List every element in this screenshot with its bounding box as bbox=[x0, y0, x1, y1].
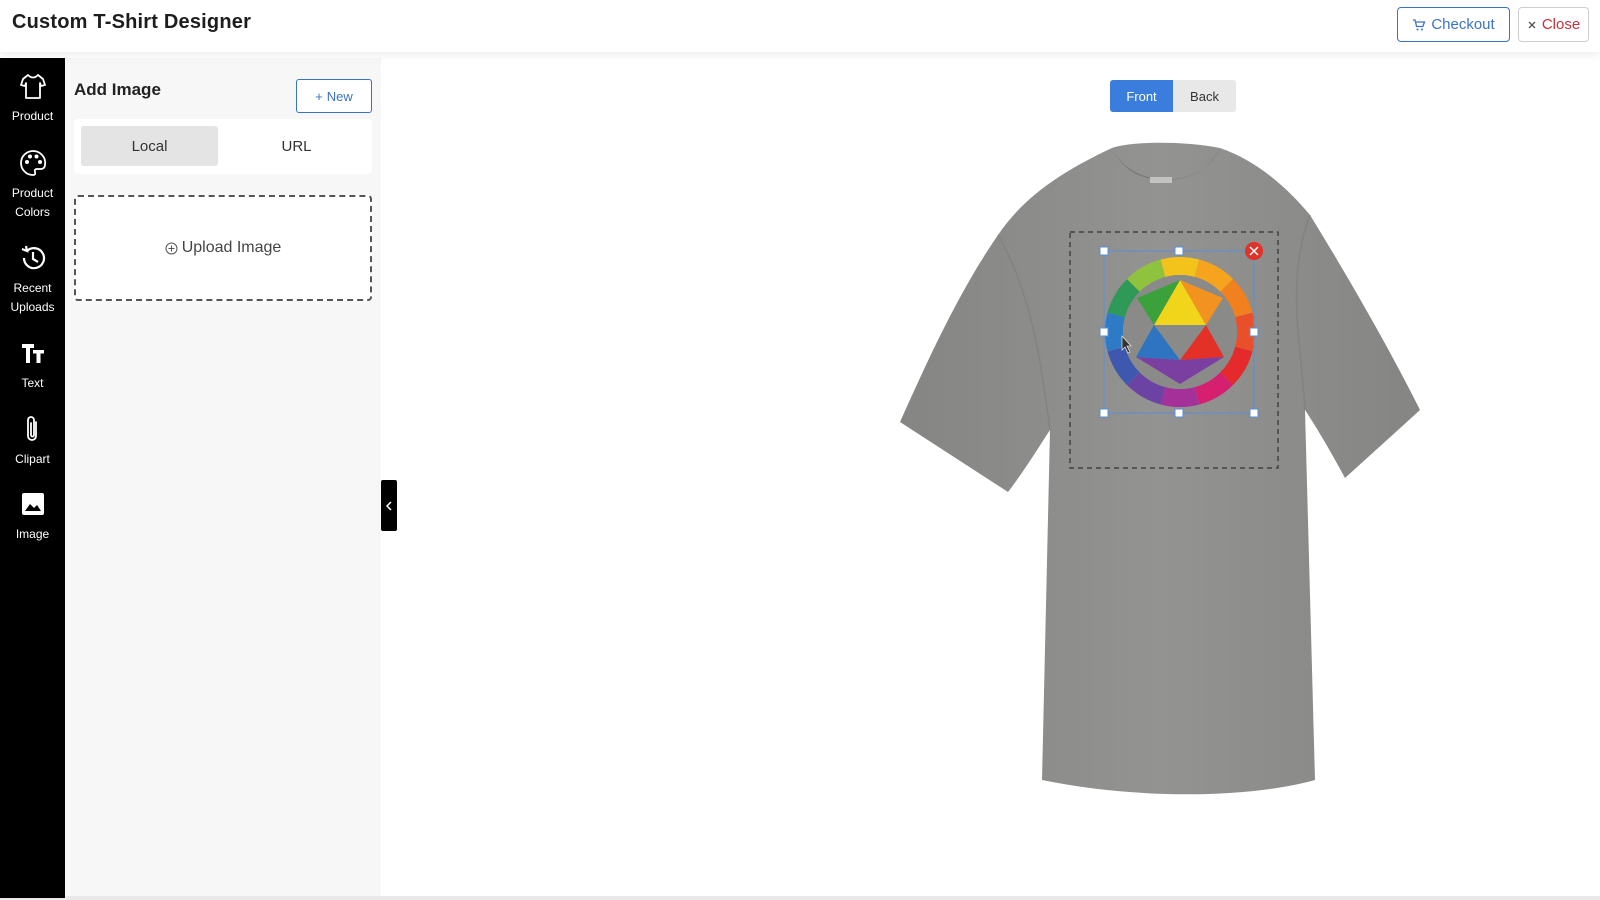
color-wheel-image[interactable] bbox=[1105, 257, 1255, 407]
upload-dropzone[interactable]: Upload Image bbox=[74, 195, 372, 301]
tab-back[interactable]: Back bbox=[1173, 80, 1236, 112]
palette-icon bbox=[19, 150, 46, 176]
close-icon bbox=[1528, 21, 1536, 28]
design-canvas[interactable] bbox=[890, 140, 1450, 820]
sidebar-item-label: Clipart bbox=[15, 452, 50, 466]
tshirt-icon bbox=[19, 74, 46, 99]
sidebar-item-text[interactable]: Text bbox=[0, 338, 65, 393]
sidebar-item-label: Product bbox=[11, 109, 54, 123]
sidebar-item-product-colors[interactable]: Product Colors bbox=[0, 148, 65, 222]
plus-icon: + bbox=[315, 88, 323, 104]
wheel-segment bbox=[1160, 257, 1200, 277]
new-label: New bbox=[326, 88, 353, 104]
add-image-panel: Add Image + New Local URL Upload Image bbox=[65, 58, 381, 898]
checkout-label: Checkout bbox=[1431, 16, 1495, 33]
text-icon bbox=[21, 344, 44, 363]
sidebar-item-image[interactable]: Image bbox=[0, 489, 65, 544]
image-icon bbox=[21, 493, 44, 515]
collapse-panel-button[interactable] bbox=[381, 480, 397, 531]
panel-title: Add Image bbox=[74, 80, 161, 99]
sidebar-item-product[interactable]: Product bbox=[0, 71, 65, 126]
checkout-button[interactable]: Checkout bbox=[1397, 7, 1510, 42]
top-bar: Custom T-Shirt Designer Checkout Close bbox=[0, 0, 1600, 52]
sidebar-item-label: Text bbox=[21, 376, 44, 390]
paperclip-icon bbox=[26, 416, 37, 441]
tab-local[interactable]: Local bbox=[81, 126, 218, 166]
sidebar-item-label: Recent Uploads bbox=[10, 281, 55, 314]
new-button[interactable]: + New bbox=[296, 79, 372, 113]
wheel-segment bbox=[1160, 387, 1200, 407]
close-button[interactable]: Close bbox=[1518, 7, 1589, 42]
close-label: Close bbox=[1541, 16, 1581, 33]
app-title: Custom T-Shirt Designer bbox=[12, 11, 252, 33]
upload-label: Upload Image bbox=[181, 239, 282, 256]
delete-element-icon[interactable] bbox=[1245, 242, 1263, 260]
tab-front[interactable]: Front bbox=[1110, 80, 1173, 112]
plus-circle-icon bbox=[165, 242, 178, 254]
sidebar-item-label: Image bbox=[15, 527, 50, 541]
sidebar-item-recent-uploads[interactable]: Recent Uploads bbox=[0, 243, 65, 317]
source-tabs: Local URL bbox=[74, 119, 372, 174]
chevron-left-icon bbox=[385, 500, 392, 511]
tool-sidebar: Product Product Colors Recent Uploads Te… bbox=[0, 58, 65, 898]
cart-icon bbox=[1413, 18, 1426, 30]
history-icon bbox=[21, 245, 45, 270]
view-toggle: Front Back bbox=[1110, 80, 1236, 112]
footer-divider bbox=[0, 896, 1600, 900]
tab-url[interactable]: URL bbox=[228, 126, 365, 166]
sidebar-item-clipart[interactable]: Clipart bbox=[0, 414, 65, 469]
sidebar-item-label: Product Colors bbox=[11, 186, 54, 219]
